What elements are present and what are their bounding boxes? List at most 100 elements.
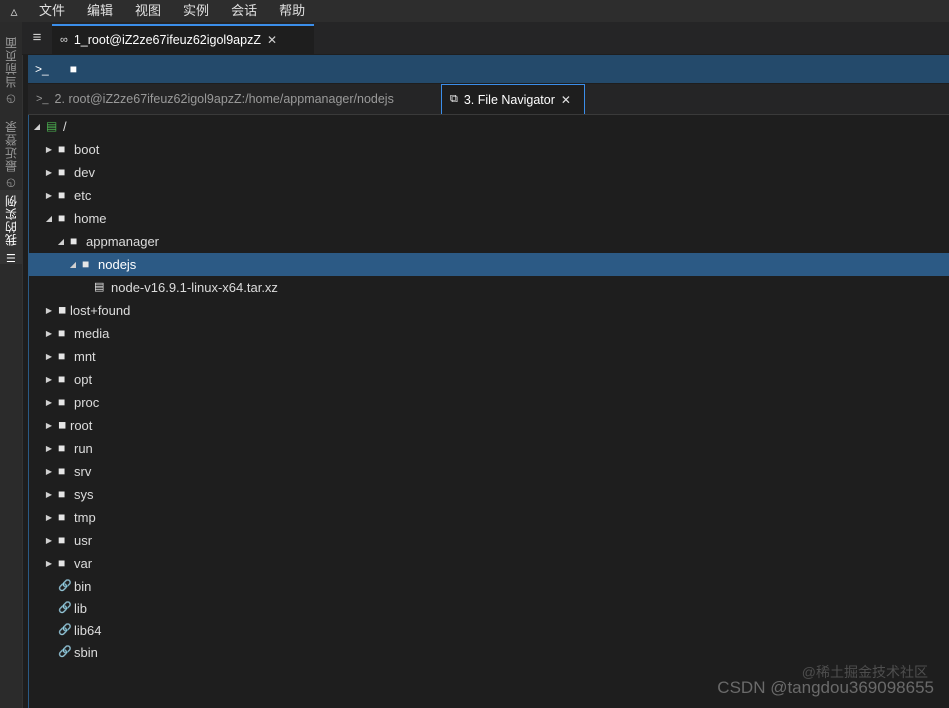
- caret-right-icon[interactable]: ▶: [44, 483, 54, 506]
- vertical-sidebar: ◷ 当前页面 ◷ 最近登录 ☰ 我的实例: [0, 22, 23, 708]
- menu-help[interactable]: 帮助: [268, 0, 316, 22]
- folder-icon: ■: [58, 441, 66, 455]
- sub-tab-bar: >_ 2. root@iZ2ze67ifeuz62igol9apzZ:/home…: [28, 84, 949, 115]
- file-icon: ▤: [94, 281, 105, 293]
- sidebar-tab-recent-login[interactable]: ◷ 最近登录: [0, 112, 22, 190]
- menu-toggle-icon[interactable]: ≡: [27, 28, 47, 48]
- tree-item[interactable]: ▶ ■ boot: [29, 138, 949, 161]
- tree-item[interactable]: 🔗 bin: [29, 575, 949, 598]
- close-icon[interactable]: ✕: [267, 33, 277, 47]
- tree-item[interactable]: ▶ ◼ root: [29, 414, 949, 437]
- tree-item[interactable]: ▤ node-v16.9.1-linux-x64.tar.xz: [29, 276, 949, 299]
- folder-open-icon: ■: [82, 257, 90, 271]
- tree-item[interactable]: ▶ ■ tmp: [29, 506, 949, 529]
- link-icon: 🔗: [58, 624, 72, 636]
- menu-instance[interactable]: 实例: [172, 0, 220, 22]
- tree-item[interactable]: 🔗 lib64: [29, 619, 949, 642]
- tree-item[interactable]: ▶ ■ sys: [29, 483, 949, 506]
- caret-right-icon[interactable]: ▶: [44, 368, 54, 391]
- tree-item[interactable]: ▶ ◼ lost+found: [29, 299, 949, 322]
- tree-item[interactable]: ▶ ■ usr: [29, 529, 949, 552]
- caret-right-icon[interactable]: ▶: [44, 506, 54, 529]
- tree-item[interactable]: ▶ ■ opt: [29, 368, 949, 391]
- tab-label: 2. root@iZ2ze67ifeuz62igol9apzZ:/home/ap…: [54, 92, 394, 106]
- caret-right-icon[interactable]: ▶: [44, 552, 54, 575]
- tree-item[interactable]: ▶ ■ media: [29, 322, 949, 345]
- folder-icon: ■: [58, 556, 66, 570]
- tree-item[interactable]: ◢ ■ home: [29, 207, 949, 230]
- folder-icon[interactable]: ■: [70, 62, 77, 76]
- document-tab-bar: ≡ ∞ 1_root@iZ2ze67ifeuz62igol9apzZ ✕: [22, 22, 949, 55]
- folder-icon: ■: [58, 464, 66, 478]
- menu-bar: ▵ 文件 编辑 视图 实例 会话 帮助: [0, 0, 949, 22]
- folder-icon: ■: [58, 165, 66, 179]
- folder-icon: ■: [58, 142, 66, 156]
- folder-open-icon: ■: [70, 234, 78, 248]
- caret-right-icon[interactable]: ▶: [44, 437, 54, 460]
- caret-right-icon[interactable]: ▶: [44, 529, 54, 552]
- tree-item[interactable]: ◢ ■ appmanager: [29, 230, 949, 253]
- app-logo-icon: ▵: [10, 2, 18, 19]
- tab-file-navigator[interactable]: ⧉ 3. File Navigator ✕: [441, 84, 585, 114]
- sidebar-tab-label: 最近登录: [4, 120, 19, 172]
- tree-item[interactable]: ▶ ■ mnt: [29, 345, 949, 368]
- tab-session-1[interactable]: ∞ 1_root@iZ2ze67ifeuz62igol9apzZ ✕: [52, 24, 314, 54]
- watermark-csdn: CSDN @tangdou369098655: [717, 678, 934, 697]
- folder-icon: ■: [58, 510, 66, 524]
- menu-file[interactable]: 文件: [28, 0, 76, 22]
- menu-edit[interactable]: 编辑: [76, 0, 124, 22]
- link-icon: ∞: [60, 34, 68, 46]
- tab-label: 3. File Navigator: [463, 92, 555, 107]
- caret-right-icon[interactable]: ▶: [44, 322, 54, 345]
- tree-item[interactable]: ▶ ■ run: [29, 437, 949, 460]
- close-icon[interactable]: ✕: [561, 93, 571, 107]
- tree-item[interactable]: ▶ ■ var: [29, 552, 949, 575]
- folder-open-icon: ■: [58, 211, 66, 225]
- caret-right-icon[interactable]: ▶: [44, 460, 54, 483]
- sidebar-tab-my-instances[interactable]: ☰ 我的实例: [0, 190, 22, 264]
- sidebar-tab-current-page[interactable]: ◷ 当前页面: [0, 28, 22, 106]
- clock-icon: ◷: [5, 176, 18, 190]
- folder-icon: ■: [58, 326, 66, 340]
- folder-icon: ■: [58, 188, 66, 202]
- link-icon: 🔗: [58, 646, 72, 658]
- menu-view[interactable]: 视图: [124, 0, 172, 22]
- tree-item[interactable]: 🔗 lib: [29, 597, 949, 620]
- sidebar-tab-label: 我的实例: [4, 194, 19, 246]
- link-icon: 🔗: [58, 602, 72, 614]
- caret-right-icon[interactable]: ▶: [44, 391, 54, 414]
- tree-item[interactable]: 🔗 sbin: [29, 641, 949, 664]
- tab-label: 1_root@iZ2ze67ifeuz62igol9apzZ: [73, 33, 261, 47]
- caret-open-icon[interactable]: ◢: [32, 115, 42, 138]
- link-icon: 🔗: [58, 580, 72, 592]
- caret-right-icon[interactable]: ▶: [44, 345, 54, 368]
- caret-open-icon[interactable]: ◢: [56, 230, 66, 253]
- list-icon: ☰: [5, 250, 18, 264]
- caret-open-icon[interactable]: ◢: [44, 207, 54, 230]
- tree-item[interactable]: ▶ ■ srv: [29, 460, 949, 483]
- caret-right-icon[interactable]: ▶: [44, 414, 54, 437]
- tree-item-selected[interactable]: ◢ ■ nodejs: [29, 253, 949, 276]
- tree-item[interactable]: ▶ ■ etc: [29, 184, 949, 207]
- caret-open-icon[interactable]: ◢: [68, 253, 78, 276]
- clock-icon: ◷: [5, 92, 18, 106]
- tree-item[interactable]: ▶ ■ proc: [29, 391, 949, 414]
- caret-right-icon[interactable]: ▶: [44, 161, 54, 184]
- tab-terminal-session[interactable]: >_ 2. root@iZ2ze67ifeuz62igol9apzZ:/home…: [36, 84, 394, 114]
- folder-icon: ■: [58, 487, 66, 501]
- file-tree: ◢ ▤ / ▶ ■ boot ▶ ■ dev ▶ ■ etc ◢ ■ home …: [28, 115, 949, 708]
- server-icon: ▤: [46, 119, 58, 133]
- terminal-icon: >_: [36, 93, 49, 105]
- caret-right-icon[interactable]: ▶: [44, 138, 54, 161]
- folder-icon: ■: [58, 395, 66, 409]
- folder-icon: ■: [58, 533, 66, 547]
- terminal-icon[interactable]: >_: [35, 62, 49, 76]
- copy-icon: ⧉: [450, 93, 458, 105]
- sidebar-tab-label: 当前页面: [4, 36, 19, 88]
- caret-right-icon[interactable]: ▶: [44, 299, 54, 322]
- tree-item[interactable]: ▶ ■ dev: [29, 161, 949, 184]
- caret-right-icon[interactable]: ▶: [44, 184, 54, 207]
- tree-root[interactable]: ◢ ▤ /: [29, 115, 949, 138]
- menu-session[interactable]: 会话: [220, 0, 268, 22]
- session-toolbar: >_ ■: [28, 55, 949, 83]
